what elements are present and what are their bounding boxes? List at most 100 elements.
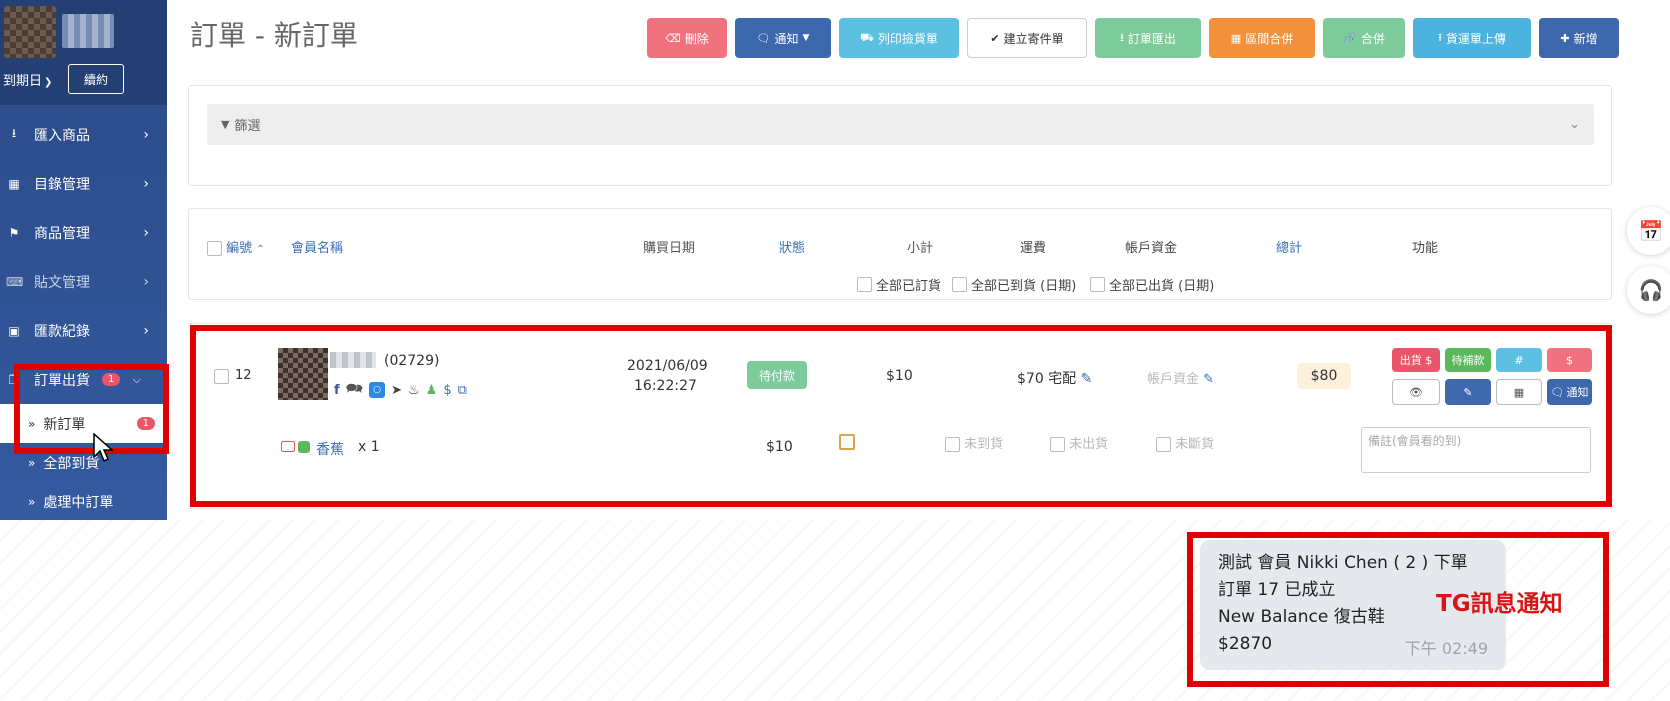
sidebar-item-catalog[interactable]: ▦ 目錄管理 › [0,159,167,208]
filter-toggle[interactable]: ▼ 篩選 ⌄ [207,104,1594,145]
avatar[interactable] [4,6,56,58]
header-status[interactable]: 狀態 [779,237,805,256]
calendar-icon: ▦ [1230,31,1242,45]
item-outofstock-checkbox[interactable] [1156,437,1171,452]
sidebar-item-payments[interactable]: ▣ 匯款紀錄 › [0,306,167,355]
item-arrived-checkbox[interactable] [945,437,960,452]
add-button[interactable]: ✚ 新增 [1539,18,1619,58]
bulk-shipped[interactable]: 全部已出貨 (日期) [1090,275,1214,294]
member-name-blurred [330,352,376,368]
header-total[interactable]: 總計 [1276,237,1302,256]
calendar-button[interactable]: ▦ [1496,379,1542,405]
sidebar-item-posts[interactable]: ⌨ 貼文管理 › [0,257,167,306]
item-shipped-toggle[interactable]: 未出貨 [1050,433,1108,452]
sidebar-subitem-all-arrived[interactable]: » 全部到貨 [0,443,167,482]
header-shipping: 運費 [1020,241,1047,256]
edit-button[interactable]: ✎ [1445,379,1491,405]
header-date: 購買日期 [643,241,696,256]
filter-icon: ▼ [221,118,230,131]
print-picking-button[interactable]: ⛟ 列印撿貨單 [839,18,959,58]
item-ordered-checkbox[interactable] [839,434,855,450]
bulk-ordered[interactable]: 全部已訂貨 [857,275,941,294]
order-account[interactable]: 帳戶資金 ✎ [1147,368,1214,387]
plus-icon: ✚ [1560,31,1570,45]
sidebar-item-orders[interactable]: ❐ 訂單出貨 1 ⌵ [0,355,167,404]
sidebar-subitem-processing[interactable]: » 處理中訂單 [0,482,167,520]
merge-button[interactable]: 🔗 合併 [1323,18,1405,58]
view-button[interactable]: 👁 [1392,379,1440,405]
member-code[interactable]: (02729) [384,353,439,369]
chat-icon[interactable]: 🗪 [346,378,363,402]
truck-icon: ⛟ [860,30,874,44]
table-icon: ▦ [8,176,20,191]
copy-icon[interactable]: ⧉ [458,383,467,398]
item-name[interactable]: 香蕉 [316,439,344,459]
facebook-icon[interactable]: f [334,383,340,398]
item-outofstock-label: 未斷貨 [1175,437,1215,452]
eye-icon: 👁 [1409,385,1423,399]
dollar-button[interactable]: $ [1547,348,1592,372]
delete-button[interactable]: ⌫ 刪除 [647,18,727,58]
member-icons: f 🗪 ○ ➤ ♨ ♟ $ ⧉ [334,378,467,402]
upload-waybill-button[interactable]: ⭱ 貨運單上傳 [1413,18,1531,58]
notify-order-button[interactable]: 🗨 通知 [1547,379,1592,405]
header-member[interactable]: 會員名稱 [291,237,343,256]
pencil-icon[interactable]: ✎ [1081,371,1093,387]
expire-label: 到期日 [3,74,43,89]
pending-payment-button[interactable]: 待補款 [1445,348,1491,372]
calendar-float-button[interactable]: 📅 [1627,207,1670,255]
expire-dropdown[interactable]: 到期日 ❯ [3,70,52,89]
bell-icon[interactable]: ♨ [408,383,420,398]
merge-label: 合併 [1360,31,1385,46]
pencil-icon: ✎ [1463,385,1473,399]
order-checkbox[interactable] [214,369,229,384]
delete-label: 刪除 [684,31,709,46]
upload-icon: ⭱ [1438,30,1442,44]
status-badge[interactable]: 待付款 [747,361,807,389]
tg-line-1: 測試 會員 Nikki Chen ( 2 ) 下單 [1218,553,1468,573]
sidebar: 到期日 ❯ 續約 ⭳ 匯入商品 › ▦ 目錄管理 › ⚑ 商品管理 › ⌨ 貼文管 [0,0,167,520]
chevron-down-icon: ⌵ [132,372,141,386]
create-shipment-button[interactable]: ✔ 建立寄件單 [967,18,1087,58]
bulk-arrived-checkbox[interactable] [952,277,967,292]
bulk-shipped-checkbox[interactable] [1090,277,1105,292]
range-merge-button[interactable]: ▦ 區間合併 [1209,18,1315,58]
support-float-button[interactable]: 🎧 [1627,266,1670,314]
sidebar-item-label: 匯入商品 [34,127,90,144]
item-arrived-toggle[interactable]: 未到貨 [945,433,1003,452]
add-label: 新增 [1573,31,1598,46]
item-outofstock-toggle[interactable]: 未斷貨 [1156,433,1214,452]
chevron-down-icon: ⌄ [1569,117,1580,132]
sidebar-item-products[interactable]: ⚑ 商品管理 › [0,208,167,257]
line-icon[interactable]: ○ [369,382,386,398]
bulk-arrived[interactable]: 全部已到貨 (日期) [952,275,1076,294]
header-subtotal: 小計 [907,241,934,256]
item-shipped-checkbox[interactable] [1050,437,1065,452]
header-actions: 功能 [1412,241,1439,256]
export-orders-button[interactable]: ⭳ 訂單匯出 [1095,18,1201,58]
bulk-ordered-checkbox[interactable] [857,277,872,292]
notify-dropdown-button[interactable]: 🗨 通知 ▼ [735,18,831,58]
select-all-checkbox[interactable] [207,241,222,256]
telegram-icon[interactable]: ➤ [391,383,402,398]
sidebar-item-import[interactable]: ⭳ 匯入商品 › [0,110,167,159]
double-chevron-icon: » [28,494,36,509]
order-count-badge: 1 [102,373,121,386]
hash-button[interactable]: # [1496,348,1542,372]
note-textarea[interactable]: 備註(會員看的到) [1361,427,1591,473]
ship-button[interactable]: 出貨 $ [1392,348,1440,372]
calendar-icon: ▦ [1513,385,1525,399]
renew-button[interactable]: 續約 [68,64,124,94]
sidebar-subitem-new-orders[interactable]: » 新訂單 1 [0,404,167,443]
pencil-icon[interactable]: ✎ [1203,372,1214,387]
member-avatar [278,348,328,400]
header-number[interactable]: 編號 ⌃ [207,237,265,256]
dollar-icon[interactable]: $ [443,383,451,398]
tg-annotation-label: TG訊息通知 [1436,591,1563,617]
order-total: $80 [1297,363,1351,389]
filter-card: ▼ 篩選 ⌄ [188,85,1612,186]
sidebar-subitem-label: 全部到貨 [43,455,100,472]
user-icon[interactable]: ♟ [426,383,438,398]
order-shipping[interactable]: $70 宅配 ✎ [1017,368,1092,388]
order-date: 2021/06/09 [627,358,708,374]
